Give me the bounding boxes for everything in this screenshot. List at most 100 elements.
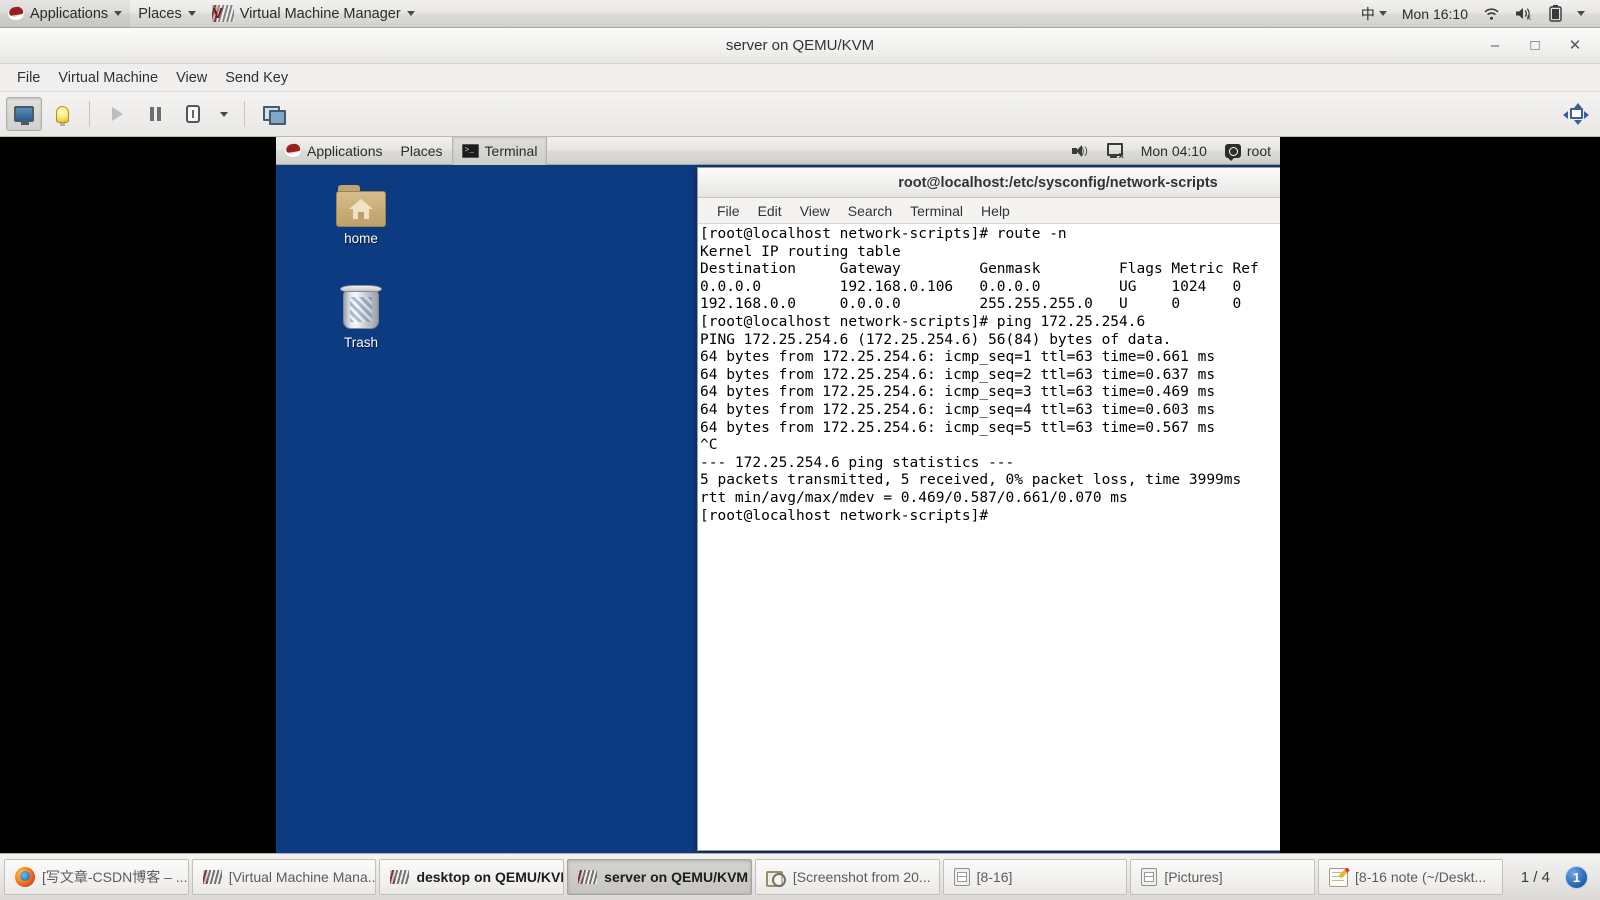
menu-file[interactable]: File bbox=[8, 67, 49, 89]
input-method-indicator[interactable]: 中 bbox=[1356, 0, 1392, 28]
toggle-fullscreen-button[interactable] bbox=[1558, 97, 1594, 131]
screen: Applications Places V Virtual Machine Ma… bbox=[0, 0, 1600, 900]
guest-places-menu[interactable]: Places bbox=[392, 137, 452, 165]
pause-vm-button[interactable] bbox=[137, 97, 173, 131]
terminal-menu-search[interactable]: Search bbox=[839, 201, 901, 221]
firefox-icon bbox=[15, 867, 35, 887]
guest-applications-menu[interactable]: Applications bbox=[276, 137, 392, 165]
terminal-body[interactable]: [root@localhost network-scripts]# route … bbox=[698, 224, 1280, 850]
taskbar-item-virtual-machine-manager[interactable]: [Virtual Machine Mana... bbox=[191, 859, 377, 895]
vmm-minimize-button[interactable]: – bbox=[1488, 38, 1502, 53]
clone-icon bbox=[262, 106, 286, 125]
guest-volume-icon[interactable]: )) bbox=[1063, 137, 1097, 165]
vmm-window-title: server on QEMU/KVM bbox=[725, 37, 875, 54]
monitor-icon bbox=[14, 106, 34, 125]
guest-top-panel: Applications Places >_ Terminal )) x Mon bbox=[276, 137, 1280, 165]
files-icon bbox=[953, 868, 970, 886]
host-clock[interactable]: Mon 16:10 bbox=[1397, 0, 1473, 28]
shutdown-icon bbox=[186, 105, 200, 123]
system-tray: 中 Mon 16:10 x bbox=[1356, 0, 1600, 28]
terminal-menu-view[interactable]: View bbox=[791, 201, 839, 221]
volume-glyph: )) bbox=[1071, 144, 1088, 158]
vmm-toolbar bbox=[0, 92, 1600, 137]
chevron-down-icon bbox=[220, 111, 228, 117]
taskbar-item-label: desktop on QEMU/KVM bbox=[416, 869, 565, 885]
input-method-label: 中 bbox=[1360, 5, 1375, 22]
run-vm-button[interactable] bbox=[99, 97, 135, 131]
terminal-menubar: File Edit View Search Terminal Help bbox=[698, 198, 1280, 224]
host-clock-label: Mon 16:10 bbox=[1401, 5, 1468, 22]
shutdown-vm-button[interactable] bbox=[175, 97, 211, 131]
terminal-menu-edit[interactable]: Edit bbox=[749, 201, 791, 221]
fullscreen-icon bbox=[1563, 103, 1589, 125]
taskbar-item-folder-8-16[interactable]: [8-16] bbox=[942, 859, 1128, 895]
volume-muted-icon[interactable]: x bbox=[1510, 0, 1539, 28]
vmm-icon bbox=[202, 870, 222, 884]
menu-view[interactable]: View bbox=[167, 67, 216, 89]
wifi-glyph bbox=[1484, 7, 1499, 20]
guest-user-menu[interactable]: root bbox=[1216, 137, 1280, 165]
host-applications-menu[interactable]: Applications bbox=[0, 0, 131, 28]
host-places-menu[interactable]: Places bbox=[130, 0, 204, 28]
vmm-titlebar[interactable]: server on QEMU/KVM – □ ✕ bbox=[0, 28, 1600, 64]
workspace-indicator[interactable]: 1 / 4 bbox=[1509, 869, 1562, 886]
vmm-menubar: File Virtual Machine View Send Key bbox=[0, 64, 1600, 92]
guest-screen[interactable]: Applications Places >_ Terminal )) x Mon bbox=[276, 137, 1280, 853]
terminal-icon: >_ bbox=[461, 143, 479, 158]
taskbar-item-label: [写文章-CSDN博客 – ... bbox=[42, 869, 188, 885]
taskbar-item-label: server on QEMU/KVM bbox=[604, 869, 749, 885]
lightbulb-icon bbox=[55, 105, 69, 126]
vmm-window-controls: – □ ✕ bbox=[1488, 38, 1600, 53]
chevron-down-icon bbox=[406, 11, 415, 16]
screenshot-icon bbox=[765, 868, 786, 887]
terminal-menu-help[interactable]: Help bbox=[972, 201, 1019, 221]
guest-clock[interactable]: Mon 04:10 bbox=[1132, 137, 1216, 165]
guest-clock-label: Mon 04:10 bbox=[1140, 142, 1207, 159]
menu-send-key[interactable]: Send Key bbox=[216, 67, 297, 89]
desktop-icon-home[interactable]: home bbox=[318, 185, 404, 246]
host-top-panel: Applications Places V Virtual Machine Ma… bbox=[0, 0, 1600, 28]
redhat-logo-icon bbox=[285, 143, 301, 159]
battery-icon[interactable] bbox=[1544, 0, 1567, 28]
notes-icon bbox=[1329, 867, 1349, 887]
guest-viewport-letterbox: Applications Places >_ Terminal )) x Mon bbox=[0, 137, 1600, 853]
vmm-close-button[interactable]: ✕ bbox=[1568, 38, 1582, 53]
menu-virtual-machine[interactable]: Virtual Machine bbox=[49, 67, 167, 89]
guest-places-label: Places bbox=[400, 142, 443, 159]
terminal-menu-file[interactable]: File bbox=[708, 201, 749, 221]
taskbar-item-desktop-vm[interactable]: desktop on QEMU/KVM bbox=[379, 859, 565, 895]
network-disconnected-glyph: x bbox=[1106, 143, 1124, 160]
guest-network-icon[interactable]: x bbox=[1097, 137, 1132, 165]
wifi-icon[interactable] bbox=[1478, 0, 1505, 28]
desktop-icon-trash-label: Trash bbox=[343, 335, 378, 350]
terminal-menu-terminal[interactable]: Terminal bbox=[901, 201, 972, 221]
host-applications-label: Applications bbox=[30, 5, 109, 22]
guest-window-list-label: Terminal bbox=[484, 142, 538, 159]
show-hardware-details-button[interactable] bbox=[44, 97, 80, 131]
notification-badge[interactable]: 1 bbox=[1564, 865, 1588, 889]
show-graphical-console-button[interactable] bbox=[6, 97, 42, 131]
manage-snapshots-button[interactable] bbox=[254, 97, 290, 131]
tray-menu-toggle[interactable] bbox=[1572, 0, 1590, 28]
guest-window-list-terminal[interactable]: >_ Terminal bbox=[451, 137, 548, 165]
taskbar-item-screenshot[interactable]: [Screenshot from 20... bbox=[754, 859, 940, 895]
chevron-down-icon bbox=[187, 11, 196, 16]
taskbar-item-label: [8-16 note (~/Deskt... bbox=[1355, 869, 1487, 885]
vmm-icon bbox=[390, 870, 410, 884]
taskbar-item-label: [8-16] bbox=[976, 869, 1013, 885]
toolbar-separator bbox=[89, 101, 90, 127]
taskbar-item-server-vm[interactable]: server on QEMU/KVM bbox=[567, 859, 752, 895]
host-active-app-menu[interactable]: V Virtual Machine Manager bbox=[204, 0, 423, 28]
taskbar-item-firefox[interactable]: [写文章-CSDN博客 – ... bbox=[4, 859, 189, 895]
desktop-icon-trash[interactable]: Trash bbox=[318, 285, 404, 350]
shutdown-options-button[interactable] bbox=[213, 97, 235, 131]
taskbar-item-note-8-16[interactable]: [8-16 note (~/Deskt... bbox=[1318, 859, 1503, 895]
terminal-titlebar[interactable]: root@localhost:/etc/sysconfig/network-sc… bbox=[698, 168, 1280, 198]
files-icon bbox=[1141, 868, 1158, 886]
volume-muted-glyph: x bbox=[1516, 8, 1531, 21]
pause-icon bbox=[149, 107, 161, 121]
chevron-down-icon bbox=[1378, 11, 1387, 16]
vmm-maximize-button[interactable]: □ bbox=[1528, 38, 1542, 53]
home-folder-icon bbox=[336, 185, 386, 227]
taskbar-item-folder-pictures[interactable]: [Pictures] bbox=[1130, 859, 1316, 895]
